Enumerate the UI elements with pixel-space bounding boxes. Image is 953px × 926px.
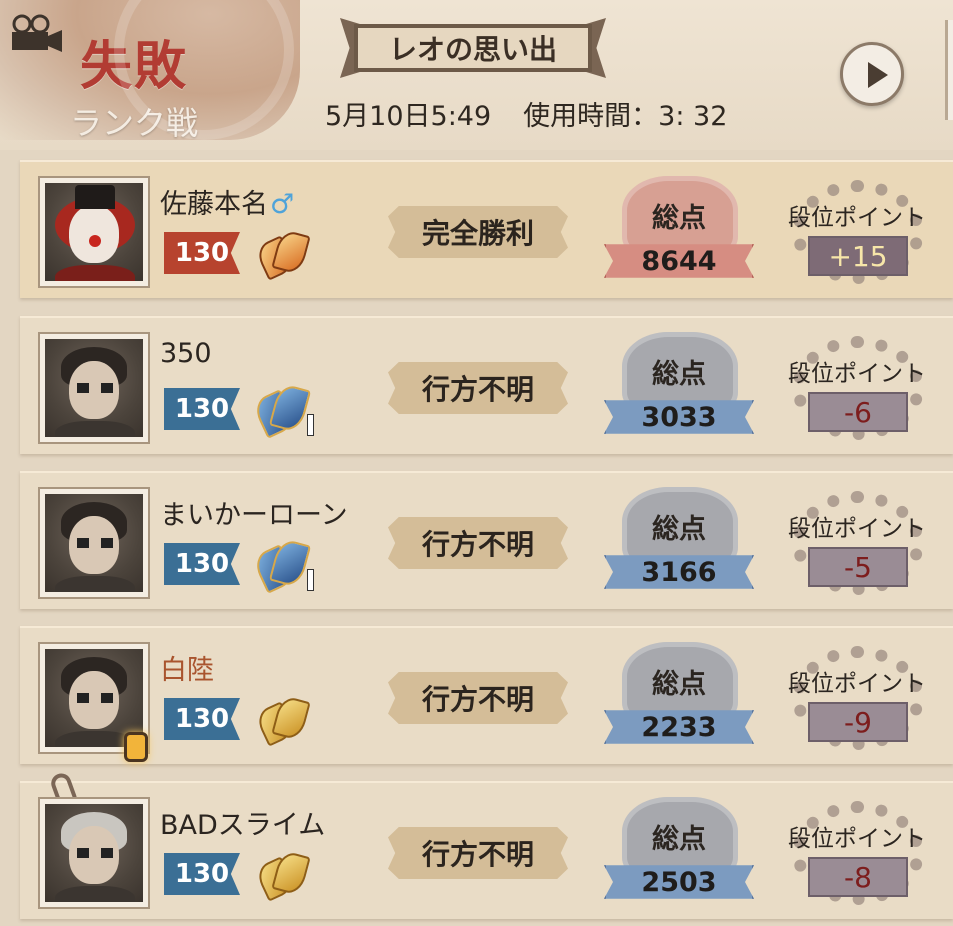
score-badge: 総点 3166 <box>604 487 754 599</box>
outcome-label: 行方不明 <box>388 827 568 879</box>
outcome-label: 行方不明 <box>388 517 568 569</box>
match-meta: 5月10日5:49 使用時間：3: 32 <box>325 94 727 133</box>
score-label: 総点 <box>652 359 706 390</box>
rank-points-value: -8 <box>808 857 908 897</box>
score-badge: 総点 2503 <box>604 797 754 909</box>
level-tag: 130 <box>164 853 240 895</box>
level-tag: 130 <box>164 232 240 274</box>
avatar[interactable] <box>38 176 150 288</box>
result-badge: 失敗 ランク戦 <box>0 0 300 142</box>
score-label: 総点 <box>652 669 706 700</box>
player-row[interactable]: 白陸 130 行方不明 総点 2233 段位ポイント -9 <box>20 626 953 764</box>
avatar[interactable] <box>38 487 150 599</box>
score-label: 総点 <box>652 514 706 545</box>
survivor-portrait <box>45 494 143 592</box>
rank-points-value: -6 <box>808 392 908 432</box>
camera-icon <box>12 14 62 52</box>
score-label: 総点 <box>652 203 706 234</box>
male-icon: ♂ <box>270 189 295 220</box>
score-badge: 総点 8644 <box>604 176 754 288</box>
rank-points-value: -9 <box>808 702 908 742</box>
survivor-portrait <box>45 804 143 902</box>
match-duration: 使用時間：3: 32 <box>523 101 728 132</box>
match-datetime: 5月10日5:49 <box>325 101 492 132</box>
mode-label: ランク戦 <box>70 104 199 142</box>
rank-emblem-icon <box>251 382 314 439</box>
replay-play-button[interactable] <box>840 42 904 106</box>
score-label: 総点 <box>652 824 706 855</box>
score-value: 3033 <box>604 400 754 434</box>
level-tag: 130 <box>164 698 240 740</box>
score-badge: 総点 3033 <box>604 332 754 444</box>
side-panel-edge[interactable] <box>945 20 953 120</box>
outcome-label: 行方不明 <box>388 672 568 724</box>
player-name: 350 <box>160 338 212 369</box>
rank-points-label: 段位ポイント <box>788 516 926 542</box>
rank-emblem-icon <box>253 692 312 748</box>
rank-points-label: 段位ポイント <box>788 826 926 852</box>
rank-emblem-icon <box>251 537 314 594</box>
rank-points: 段位ポイント +15 <box>770 176 944 288</box>
player-name: まいかーローン <box>160 500 348 531</box>
hunter-portrait <box>45 183 143 281</box>
score-value: 8644 <box>604 244 754 278</box>
outcome-label: 行方不明 <box>388 362 568 414</box>
score-value: 2503 <box>604 865 754 899</box>
outcome-label: 完全勝利 <box>388 206 568 258</box>
avatar[interactable] <box>38 642 150 762</box>
rank-points-value: -5 <box>808 547 908 587</box>
player-row[interactable]: 350 130 行方不明 総点 3033 段位ポイント -6 <box>20 316 953 454</box>
avatar[interactable] <box>38 332 150 444</box>
rank-points-label: 段位ポイント <box>788 671 926 697</box>
score-badge: 総点 2233 <box>604 642 754 754</box>
player-row[interactable]: まいかーローン 130 行方不明 総点 3166 段位ポイント -5 <box>20 471 953 609</box>
player-name: 佐藤本名♂ <box>160 189 295 220</box>
score-value: 2233 <box>604 710 754 744</box>
player-name: BADスライム <box>160 810 326 841</box>
rank-emblem-icon <box>253 847 312 903</box>
result-title: 失敗 <box>80 37 189 97</box>
level-tag: 130 <box>164 388 240 430</box>
rank-emblem-icon <box>253 226 312 282</box>
match-header: 失敗 ランク戦 レオの思い出 5月10日5:49 使用時間：3: 32 <box>0 0 953 150</box>
lantern-icon <box>124 732 148 762</box>
player-row[interactable]: 佐藤本名♂ 130 完全勝利 総点 8644 段位ポイント +15 <box>20 160 953 298</box>
rank-points-label: 段位ポイント <box>788 361 926 387</box>
score-value: 3166 <box>604 555 754 589</box>
map-name: レオの思い出 <box>354 24 592 72</box>
rank-points-label: 段位ポイント <box>788 205 926 231</box>
player-name: 白陸 <box>160 655 214 686</box>
avatar[interactable] <box>38 797 150 909</box>
rank-points: 段位ポイント -8 <box>770 797 944 909</box>
survivor-portrait <box>45 339 143 437</box>
rank-points: 段位ポイント -5 <box>770 487 944 599</box>
map-name-banner: レオの思い出 <box>340 18 606 78</box>
level-tag: 130 <box>164 543 240 585</box>
rank-points: 段位ポイント -9 <box>770 642 944 754</box>
player-row[interactable]: BADスライム 130 行方不明 総点 2503 段位ポイント -8 <box>20 770 953 919</box>
rank-points: 段位ポイント -6 <box>770 332 944 444</box>
rank-points-value: +15 <box>808 236 908 276</box>
